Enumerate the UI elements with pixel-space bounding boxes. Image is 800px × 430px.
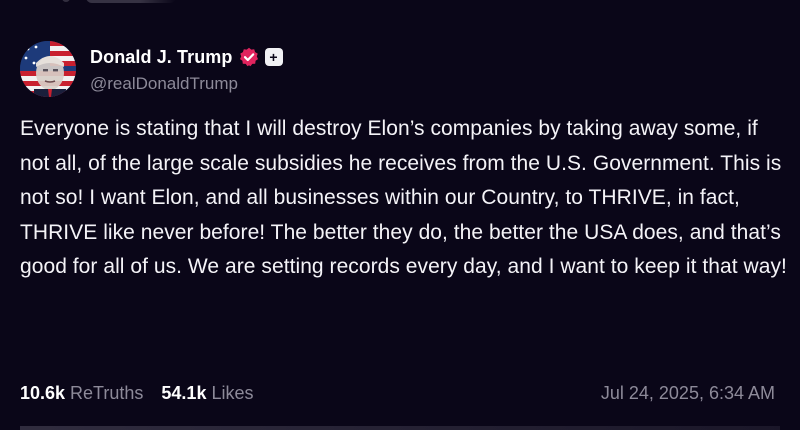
verified-badge-icon xyxy=(239,47,259,67)
post-stats: 10.6k ReTruths 54.1k Likes xyxy=(20,380,253,406)
truth-post: Donald J. Trump + @realDonaldTrump Every… xyxy=(0,0,800,430)
plus-badge-icon: + xyxy=(264,48,283,66)
next-post-edge xyxy=(0,424,800,430)
post-body: Everyone is stating that I will destroy … xyxy=(20,117,787,279)
author-name-row: Donald J. Trump + xyxy=(90,44,283,70)
post-header: Donald J. Trump + @realDonaldTrump xyxy=(20,40,283,98)
avatar[interactable] xyxy=(20,41,76,97)
author-display-name[interactable]: Donald J. Trump xyxy=(90,47,233,68)
retruths-label[interactable]: ReTruths xyxy=(70,383,143,404)
retruths-count[interactable]: 10.6k xyxy=(20,383,65,404)
next-post-edge-bar xyxy=(20,426,780,430)
avatar-image xyxy=(20,41,76,97)
author-identity: Donald J. Trump + @realDonaldTrump xyxy=(90,44,283,94)
likes-count[interactable]: 54.1k xyxy=(161,383,206,404)
likes-label[interactable]: Likes xyxy=(211,383,253,404)
post-view: Donald J. Trump + @realDonaldTrump Every… xyxy=(0,0,800,430)
post-timestamp[interactable]: Jul 24, 2025, 6:34 AM xyxy=(601,380,775,406)
author-handle[interactable]: @realDonaldTrump xyxy=(90,74,283,94)
